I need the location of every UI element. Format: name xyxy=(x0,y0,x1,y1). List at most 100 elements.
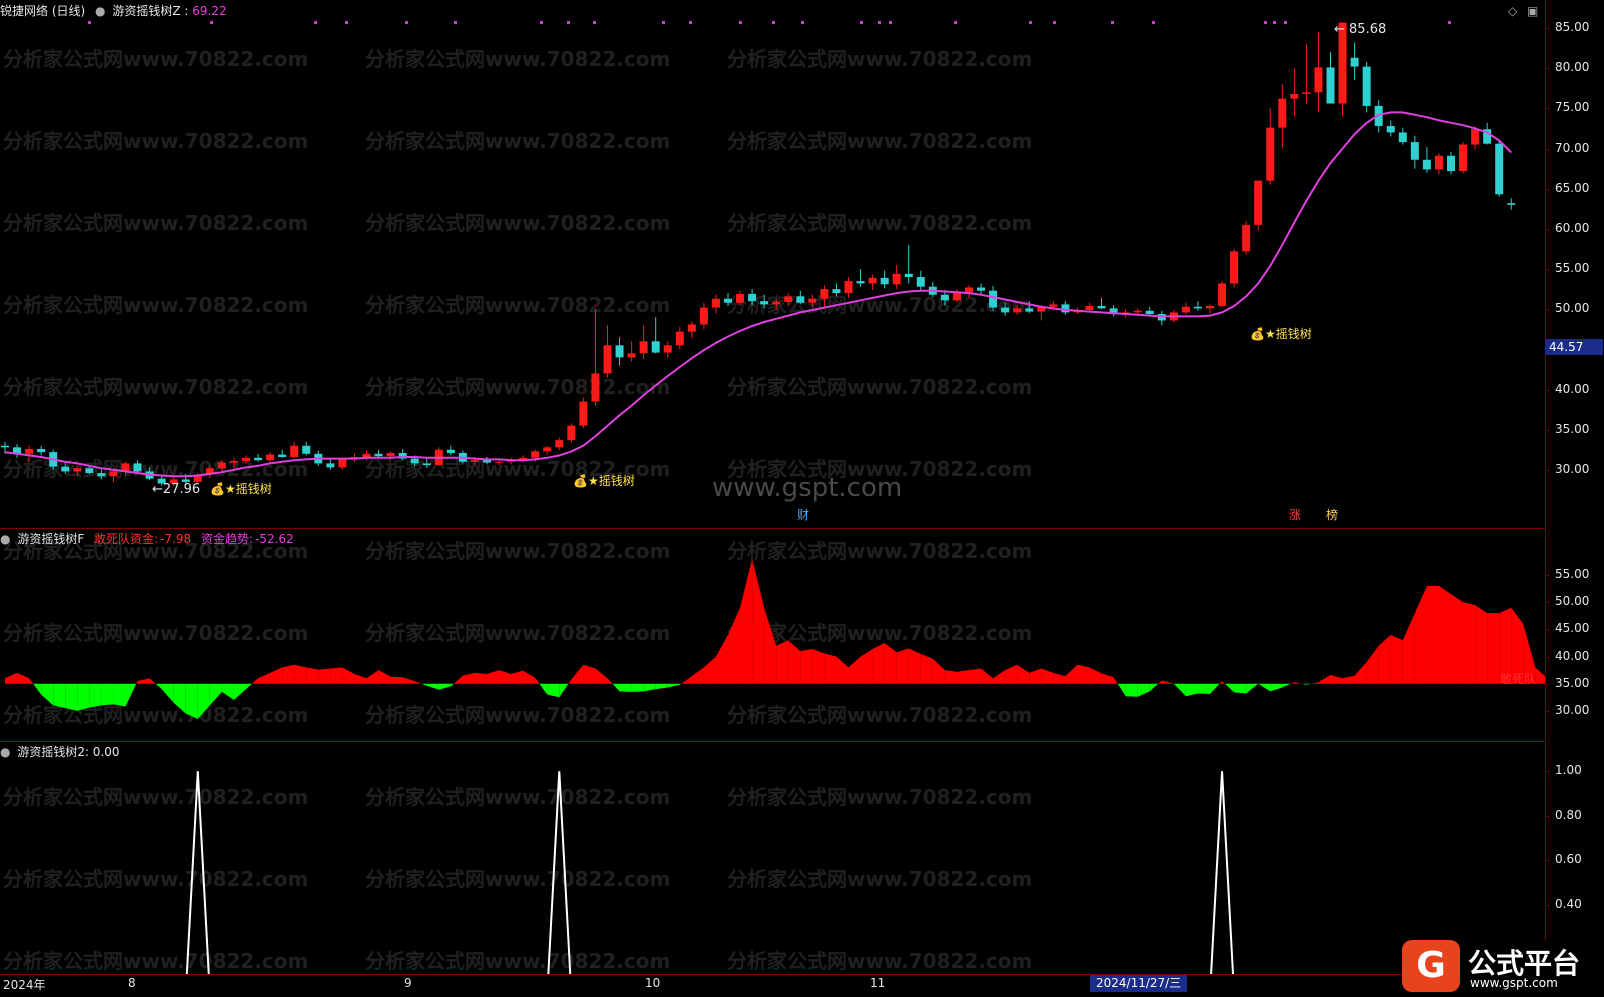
fund-area xyxy=(450,683,454,687)
fund-area xyxy=(920,653,933,684)
fund-field1-label: 敢死队资金: xyxy=(94,532,159,546)
candle-body xyxy=(868,277,877,284)
fund-area xyxy=(1224,683,1235,693)
stock-name[interactable]: 锐捷网络 (日线) xyxy=(0,4,85,18)
fund-area xyxy=(1005,664,1018,684)
fund-area xyxy=(1330,675,1343,684)
indicator-toggle-icon[interactable]: ● xyxy=(95,4,105,18)
fund-panel-header: ● 游资摇钱树F 敢死队资金: -7.98 资金趋势: -52.62 xyxy=(0,530,300,548)
fund-area xyxy=(17,672,30,684)
right-axis-line xyxy=(1545,0,1546,975)
candle-body xyxy=(989,290,998,308)
candle-body xyxy=(1242,224,1251,252)
y-tick xyxy=(1545,771,1549,773)
fund-area xyxy=(1301,683,1307,685)
candle-body xyxy=(579,401,588,426)
top-signal-dot xyxy=(345,21,348,24)
y-tick xyxy=(1545,656,1549,658)
top-signal-dot xyxy=(1029,21,1032,24)
event-mark-list[interactable]: 榜 xyxy=(1326,506,1338,523)
fund-area xyxy=(294,664,307,684)
candle-body xyxy=(844,281,853,294)
fund-area xyxy=(1077,664,1090,684)
candle-body xyxy=(1434,155,1443,170)
signal-line xyxy=(185,771,1235,975)
y-tick xyxy=(1545,575,1549,577)
signal-panel-header: ● 游资摇钱树2: 0.00 xyxy=(0,743,126,761)
fund-area xyxy=(607,678,613,684)
fund-y-label: 50.00 xyxy=(1555,594,1590,609)
fund-area xyxy=(1161,680,1174,684)
money-bag-icon: 💰 xyxy=(210,482,225,496)
fund-area xyxy=(1270,683,1283,692)
main-y-label: 65.00 xyxy=(1555,180,1590,195)
x-axis-line xyxy=(0,974,1545,975)
candle-body xyxy=(1001,307,1010,313)
low-price-value: 27.96 xyxy=(162,482,201,497)
fund-area xyxy=(1158,680,1162,684)
fund-area xyxy=(559,683,569,698)
main-indicator-name[interactable]: 游资摇钱树Z xyxy=(112,4,180,18)
fund-area xyxy=(462,672,475,684)
candle-body xyxy=(109,471,118,477)
top-signal-dot xyxy=(1111,21,1114,24)
fund-area xyxy=(848,656,861,684)
candle-body xyxy=(675,331,684,346)
signal-label-text: 摇钱树 xyxy=(1275,327,1312,341)
candle-body xyxy=(217,462,226,469)
diamond-icon[interactable]: ◇ xyxy=(1508,4,1517,18)
candle-body xyxy=(229,461,238,463)
panel-divider-2 xyxy=(0,741,1545,742)
candle-body xyxy=(1302,92,1311,94)
candle-body xyxy=(470,460,479,462)
top-signal-dot xyxy=(1152,21,1155,24)
fund-area xyxy=(1402,613,1415,684)
ma-line xyxy=(4,111,1513,478)
candle-body xyxy=(278,454,287,457)
candle-body xyxy=(1230,251,1239,284)
indicator-toggle-icon[interactable]: ● xyxy=(0,745,10,759)
candle-body xyxy=(808,298,817,303)
y-tick xyxy=(1545,860,1549,862)
indicator-toggle-icon[interactable]: ● xyxy=(0,532,10,546)
candle-body xyxy=(1290,93,1299,99)
fund-area xyxy=(612,683,620,692)
signal-label-text: 摇钱树 xyxy=(598,474,635,488)
fund-indicator-name[interactable]: 游资摇钱树F xyxy=(17,532,84,546)
fund-y-label: 40.00 xyxy=(1555,648,1590,663)
fund-area xyxy=(233,683,246,700)
fund-area xyxy=(740,558,753,684)
fund-area xyxy=(691,667,704,684)
fund-area xyxy=(1053,672,1066,684)
fund-area xyxy=(523,670,536,684)
candle-body xyxy=(567,425,576,441)
event-mark-finance[interactable]: 财 xyxy=(797,506,809,523)
signal-indicator-name[interactable]: 游资摇钱树2 xyxy=(17,745,85,759)
candle-body xyxy=(760,301,769,305)
fund-area xyxy=(969,668,982,684)
candle-body xyxy=(892,273,901,285)
fund-area xyxy=(1414,586,1427,684)
candle-body xyxy=(1459,144,1468,172)
fund-area xyxy=(631,683,644,692)
gspt-logo: G 公式平台 www.gspt.com xyxy=(1402,940,1602,996)
fund-area xyxy=(136,681,138,684)
panel-toggle-icon[interactable]: ▣ xyxy=(1527,4,1538,18)
main-y-label: 80.00 xyxy=(1555,60,1590,75)
signal-label-3: 💰★摇钱树 xyxy=(1250,327,1312,341)
signal-label-2: 💰★摇钱树 xyxy=(573,474,635,488)
main-y-label: 75.00 xyxy=(1555,100,1590,115)
event-mark-limit-up[interactable]: 涨 xyxy=(1289,506,1301,523)
candle-body xyxy=(133,463,142,472)
candle-body xyxy=(1025,308,1034,312)
fund-area xyxy=(788,640,801,684)
candle-body xyxy=(266,454,275,461)
signal-label-text: 摇钱树 xyxy=(235,482,272,496)
candle-body xyxy=(1422,159,1431,170)
fund-area xyxy=(539,683,548,695)
fund-area xyxy=(221,683,234,700)
fund-area xyxy=(318,668,331,684)
candle-body xyxy=(784,296,793,302)
fund-area xyxy=(33,683,42,695)
fund-area xyxy=(944,670,957,684)
